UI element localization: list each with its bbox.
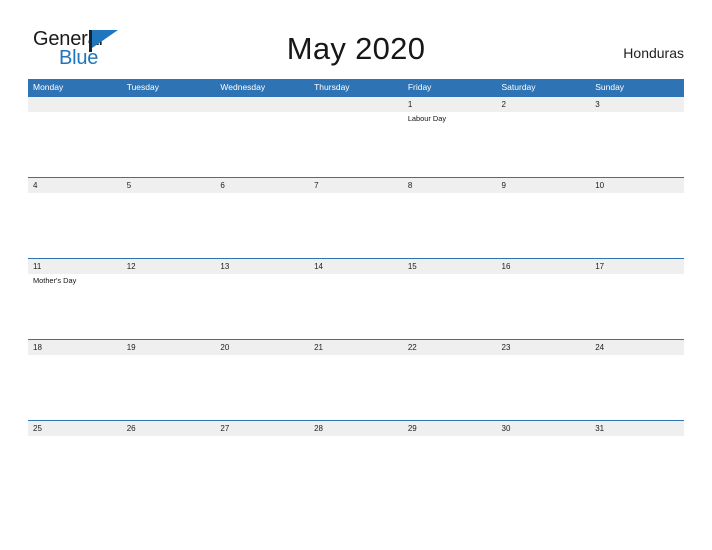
day-cell[interactable] — [28, 112, 122, 177]
weekday-header-sunday: Sunday — [595, 82, 625, 92]
page-header: General Blue May 2020 Honduras — [0, 0, 712, 79]
day-cell[interactable] — [590, 355, 684, 420]
day-number[interactable]: 24 — [590, 340, 684, 355]
page-title: May 2020 — [286, 31, 426, 66]
day-cell[interactable] — [309, 193, 403, 258]
day-cell[interactable] — [215, 436, 309, 501]
week-date-band: 4 5 6 7 8 9 10 — [28, 178, 684, 193]
day-cell[interactable] — [122, 355, 216, 420]
day-number[interactable] — [122, 97, 216, 112]
day-cell[interactable] — [497, 193, 591, 258]
week-date-band: 25 26 27 28 29 30 31 — [28, 421, 684, 436]
day-number[interactable]: 30 — [497, 421, 591, 436]
day-number[interactable]: 6 — [215, 178, 309, 193]
day-number[interactable]: 15 — [403, 259, 497, 274]
day-number[interactable]: 9 — [497, 178, 591, 193]
day-cell[interactable] — [309, 355, 403, 420]
weekday-header-tuesday: Tuesday — [126, 82, 159, 92]
day-cell[interactable]: Labour Day — [403, 112, 497, 177]
day-cell[interactable] — [215, 193, 309, 258]
day-cell[interactable] — [497, 274, 591, 339]
day-number[interactable]: 10 — [590, 178, 684, 193]
country-label: Honduras — [623, 45, 684, 61]
day-number[interactable] — [309, 97, 403, 112]
event-label: Mother's Day — [33, 276, 77, 285]
day-number[interactable]: 1 — [403, 97, 497, 112]
day-cell[interactable] — [122, 193, 216, 258]
day-cell[interactable]: Mother's Day — [28, 274, 122, 339]
week-event-band: Mother's Day — [28, 274, 684, 339]
day-number[interactable]: 19 — [122, 340, 216, 355]
day-number[interactable] — [28, 97, 122, 112]
day-cell[interactable] — [403, 274, 497, 339]
week-row: 18 19 20 21 22 23 24 — [28, 339, 684, 420]
day-number[interactable]: 14 — [309, 259, 403, 274]
day-number[interactable]: 26 — [122, 421, 216, 436]
day-number[interactable]: 17 — [590, 259, 684, 274]
day-cell[interactable] — [122, 274, 216, 339]
event-label: Labour Day — [407, 114, 447, 123]
day-number[interactable]: 11 — [28, 259, 122, 274]
day-number[interactable]: 3 — [590, 97, 684, 112]
day-cell[interactable] — [28, 355, 122, 420]
week-date-band: 1 2 3 — [28, 97, 684, 112]
day-cell[interactable] — [215, 112, 309, 177]
day-cell[interactable] — [497, 436, 591, 501]
day-cell[interactable] — [403, 193, 497, 258]
day-cell[interactable] — [215, 274, 309, 339]
week-date-band: 11 12 13 14 15 16 17 — [28, 259, 684, 274]
weekday-header-monday: Monday — [33, 82, 64, 92]
day-cell[interactable] — [590, 274, 684, 339]
day-number[interactable]: 23 — [497, 340, 591, 355]
week-date-band: 18 19 20 21 22 23 24 — [28, 340, 684, 355]
day-cell[interactable] — [122, 112, 216, 177]
day-number[interactable]: 13 — [215, 259, 309, 274]
day-number[interactable] — [215, 97, 309, 112]
week-event-band — [28, 193, 684, 258]
day-number[interactable]: 18 — [28, 340, 122, 355]
day-cell[interactable] — [403, 355, 497, 420]
day-number[interactable]: 2 — [497, 97, 591, 112]
week-event-band — [28, 436, 684, 501]
day-number[interactable]: 7 — [309, 178, 403, 193]
week-event-band: Labour Day — [28, 112, 684, 177]
week-row: 4 5 6 7 8 9 10 — [28, 177, 684, 258]
day-number[interactable]: 25 — [28, 421, 122, 436]
weekday-header-wednesday: Wednesday — [220, 82, 266, 92]
day-cell[interactable] — [309, 436, 403, 501]
day-number[interactable]: 5 — [122, 178, 216, 193]
day-number[interactable]: 27 — [215, 421, 309, 436]
day-number[interactable]: 28 — [309, 421, 403, 436]
day-cell[interactable] — [403, 436, 497, 501]
day-number[interactable]: 4 — [28, 178, 122, 193]
day-number[interactable]: 12 — [122, 259, 216, 274]
day-cell[interactable] — [309, 112, 403, 177]
day-cell[interactable] — [309, 274, 403, 339]
day-cell[interactable] — [497, 112, 591, 177]
week-row: 1 2 3 Labour Day — [28, 96, 684, 177]
day-cell[interactable] — [122, 436, 216, 501]
day-number[interactable]: 16 — [497, 259, 591, 274]
day-number[interactable]: 8 — [403, 178, 497, 193]
day-cell[interactable] — [590, 436, 684, 501]
day-number[interactable]: 20 — [215, 340, 309, 355]
day-cell[interactable] — [215, 355, 309, 420]
day-number[interactable]: 22 — [403, 340, 497, 355]
day-cell[interactable] — [590, 112, 684, 177]
calendar-grid: Monday Tuesday Wednesday Thursday Friday… — [28, 79, 684, 501]
weekday-header-saturday: Saturday — [501, 82, 536, 92]
week-row: 11 12 13 14 15 16 17 Mother's Day — [28, 258, 684, 339]
day-cell[interactable] — [28, 436, 122, 501]
day-number[interactable]: 29 — [403, 421, 497, 436]
weekday-header-friday: Friday — [407, 82, 432, 92]
day-cell[interactable] — [28, 193, 122, 258]
day-cell[interactable] — [497, 355, 591, 420]
week-row: 25 26 27 28 29 30 31 — [28, 420, 684, 501]
day-cell[interactable] — [590, 193, 684, 258]
weekday-header-thursday: Thursday — [314, 82, 350, 92]
day-number[interactable]: 31 — [590, 421, 684, 436]
day-number[interactable]: 21 — [309, 340, 403, 355]
weekday-header-row: Monday Tuesday Wednesday Thursday Friday… — [28, 79, 684, 96]
week-event-band — [28, 355, 684, 420]
